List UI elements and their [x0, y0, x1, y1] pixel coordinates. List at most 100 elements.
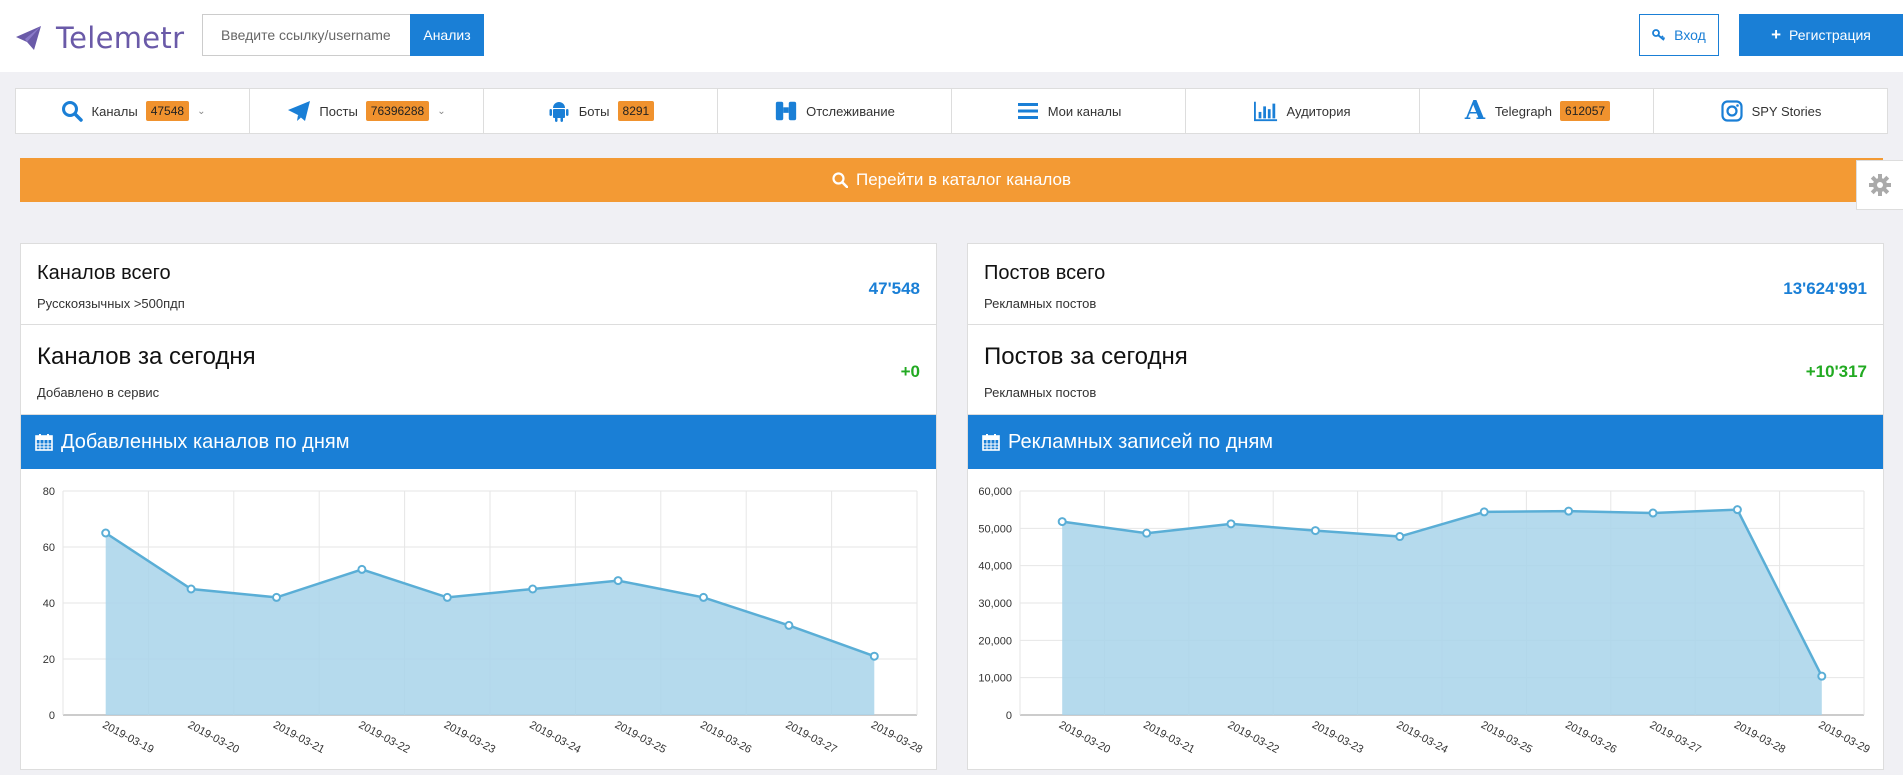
y-tick-label: 50,000 — [978, 523, 1012, 535]
data-point — [1564, 506, 1574, 516]
analyze-button[interactable]: Анализ — [410, 14, 484, 56]
count-badge: 47548 — [145, 101, 190, 121]
y-tick-label: 0 — [1006, 710, 1012, 722]
today-posts-row: Постов за сегодня Рекламных постов +10'3… — [968, 325, 1883, 415]
paper-plane-logo-icon — [16, 26, 41, 50]
data-point — [272, 592, 281, 602]
data-point — [186, 584, 196, 594]
logo-text: Telemetr — [56, 21, 185, 55]
nav-item-label: Мои каналы — [1047, 103, 1122, 119]
data-point — [1310, 526, 1320, 536]
x-tick-label: 2019-03-26 — [1563, 719, 1618, 756]
nav-item-label: Telegraph — [1494, 103, 1553, 119]
nav-item-label: SPY Stories — [1751, 103, 1822, 119]
login-button[interactable]: Вход — [1639, 14, 1719, 56]
search-icon — [832, 172, 848, 188]
x-tick-label: 2019-03-20 — [186, 719, 241, 756]
stat-value: 47'548 — [868, 279, 920, 298]
nav-item-bots[interactable]: Боты 8291 — [484, 89, 718, 133]
total-posts-row: Постов всего Рекламных постов 13'624'991 — [968, 244, 1883, 325]
stat-title: Постов всего — [984, 262, 1106, 284]
stat-title: Каналов за сегодня — [37, 343, 256, 370]
stat-subtitle: Добавлено в сервис — [37, 385, 160, 400]
y-tick-label: 20,000 — [978, 635, 1012, 647]
channels-area-chart: 0 20 40 60 80 2019-03-19 2019-03-20 2019-03-21 2… — [43, 486, 924, 756]
y-tick-label: 20 — [43, 654, 55, 666]
x-tick-label: 2019-03-21 — [1141, 719, 1196, 756]
x-tick-label: 2019-03-22 — [356, 719, 411, 756]
data-point — [784, 620, 794, 630]
settings-tab[interactable] — [1856, 160, 1903, 210]
y-tick-label: 60 — [43, 542, 55, 554]
stat-subtitle: Рекламных постов — [984, 296, 1097, 311]
y-tick-label: 10,000 — [978, 673, 1012, 685]
letter-a-icon: A — [1464, 96, 1486, 126]
count-badge: 76396288 — [365, 101, 430, 121]
nav-item-channels[interactable]: Каналы 47548 ⌄ — [16, 89, 250, 133]
stat-subtitle: Русскоязычных >500пдп — [37, 296, 185, 311]
y-tick-label: 0 — [49, 710, 55, 722]
data-point — [1732, 505, 1742, 515]
count-badge: 612057 — [1560, 101, 1611, 121]
android-icon — [547, 99, 571, 123]
catalog-link-bar[interactable]: Перейти в каталог каналов — [20, 158, 1883, 202]
x-tick-label: 2019-03-28 — [869, 719, 924, 756]
nav-item-label: Аудитория — [1286, 103, 1351, 119]
channel-search-input[interactable] — [202, 14, 410, 56]
data-point — [101, 528, 111, 538]
x-tick-label: 2019-03-27 — [1648, 719, 1703, 756]
main-nav: Каналы 47548 ⌄ Посты 76396288 ⌄ Боты 829… — [15, 88, 1888, 134]
y-tick-label: 30,000 — [978, 598, 1012, 610]
nav-item-my-channels[interactable]: Мои каналы — [952, 89, 1186, 133]
x-tick-label: 2019-03-29 — [1816, 719, 1871, 756]
calendar-icon — [35, 434, 53, 451]
instagram-icon — [1720, 99, 1744, 123]
data-point — [528, 584, 538, 594]
y-tick-label: 40 — [43, 598, 55, 610]
chart-header: Рекламных записей по дням — [968, 415, 1883, 469]
nav-item-label: Посты — [319, 103, 358, 119]
chevron-down-icon: ⌄ — [437, 105, 446, 117]
paper-plane-icon — [287, 99, 311, 123]
stat-value: +0 — [900, 362, 920, 381]
series-area — [1062, 509, 1822, 715]
nav-item-tracking[interactable]: Отслеживание — [718, 89, 952, 133]
today-channels-row: Каналов за сегодня Добавлено в сервис +0 — [21, 325, 936, 415]
nav-item-label: Боты — [578, 103, 610, 119]
count-badge: 8291 — [617, 101, 655, 121]
posts-panel: Постов всего Рекламных постов 13'624'991… — [967, 243, 1884, 770]
stat-title: Постов за сегодня — [984, 343, 1188, 370]
channels-chart: 0 20 40 60 80 2019-03-19 2019-03-20 2019-03-21 2… — [21, 469, 936, 769]
nav-item-posts[interactable]: Посты 76396288 ⌄ — [250, 89, 484, 133]
nav-item-audience[interactable]: Аудитория — [1186, 89, 1420, 133]
stat-value: 13'624'991 — [1783, 279, 1867, 298]
stat-title: Каналов всего — [37, 262, 171, 284]
x-tick-label: 2019-03-23 — [1310, 719, 1365, 756]
y-tick-label: 40,000 — [978, 561, 1012, 573]
nav-item-telegraph[interactable]: A Telegraph 612057 — [1420, 89, 1654, 133]
stat-value: +10'317 — [1805, 362, 1867, 381]
x-tick-label: 2019-03-27 — [783, 719, 838, 756]
catalog-link-label: Перейти в каталог каналов — [856, 170, 1071, 189]
analyze-form: Анализ — [202, 14, 484, 56]
data-point — [442, 592, 452, 602]
total-channels-row: Каналов всего Русскоязычных >500пдп 47'5… — [21, 244, 936, 325]
register-button[interactable]: + Регистрация — [1739, 14, 1903, 56]
login-label: Вход — [1674, 27, 1706, 43]
data-point — [1648, 508, 1658, 518]
nav-item-spy-stories[interactable]: SPY Stories — [1654, 89, 1887, 133]
gear-icon — [1869, 174, 1891, 196]
chart-title: Рекламных записей по дням — [1008, 430, 1274, 453]
calendar-icon — [982, 434, 1000, 451]
chart-title: Добавленных каналов по дням — [61, 430, 350, 453]
search-icon — [60, 99, 84, 123]
nav-item-label: Каналы — [91, 103, 138, 119]
logo[interactable]: Telemetr — [14, 21, 185, 55]
x-tick-label: 2019-03-23 — [442, 719, 497, 756]
data-point — [699, 592, 708, 602]
y-tick-label: 60,000 — [978, 486, 1012, 498]
chevron-down-icon: ⌄ — [197, 105, 206, 117]
x-tick-label: 2019-03-24 — [1394, 719, 1449, 756]
y-tick-label: 80 — [43, 486, 55, 498]
channels-panel: Каналов всего Русскоязычных >500пдп 47'5… — [20, 243, 937, 770]
